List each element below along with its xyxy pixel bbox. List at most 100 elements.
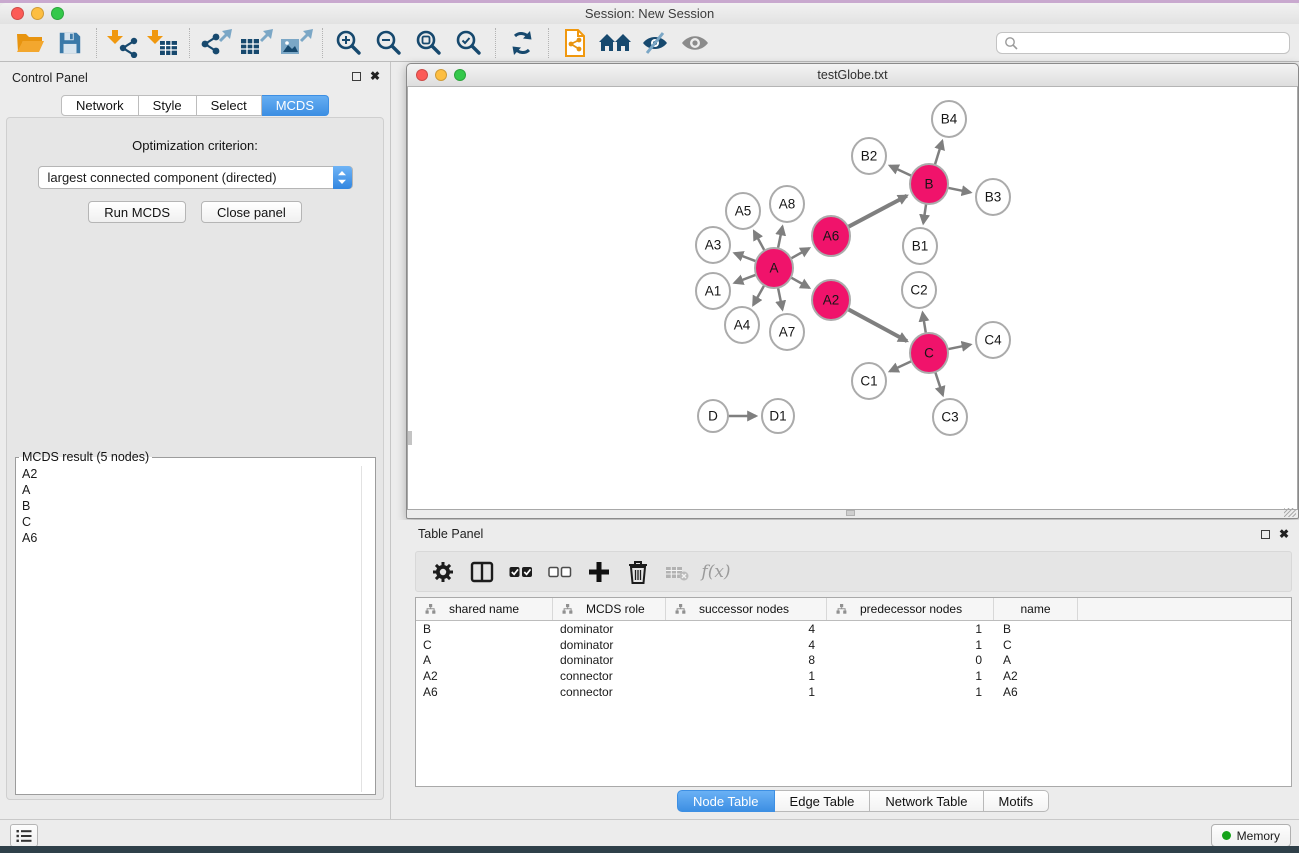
run-mcds-button[interactable]: Run MCDS xyxy=(88,201,186,223)
graph-node-A7[interactable]: A7 xyxy=(770,314,804,350)
graph-edge-C-C4[interactable] xyxy=(947,345,971,350)
memory-button[interactable]: Memory xyxy=(1211,824,1291,847)
horizontal-scroll-mark[interactable] xyxy=(846,510,855,516)
zoom-selected-button[interactable] xyxy=(449,26,489,60)
table-row[interactable]: A6connector11A6 xyxy=(416,684,1291,700)
graph-node-A2[interactable]: A2 xyxy=(812,280,850,320)
table-row[interactable]: Adominator80A xyxy=(416,652,1291,668)
graph-edge-B-B2[interactable] xyxy=(890,166,913,177)
list-item[interactable]: C xyxy=(18,514,373,530)
graph-node-C4[interactable]: C4 xyxy=(976,322,1010,358)
table-row[interactable]: A2connector11A2 xyxy=(416,668,1291,684)
graph-node-B3[interactable]: B3 xyxy=(976,179,1010,215)
graph-node-A6[interactable]: A6 xyxy=(812,216,850,256)
list-item[interactable]: A xyxy=(18,482,373,498)
graph-node-C[interactable]: C xyxy=(910,333,948,373)
tab-style[interactable]: Style xyxy=(139,95,197,116)
export-network-button[interactable] xyxy=(196,26,236,60)
close-panel-icon[interactable]: ✖ xyxy=(1279,529,1289,539)
export-table-button[interactable] xyxy=(236,26,276,60)
graph-node-B4[interactable]: B4 xyxy=(932,101,966,137)
column-header-predecessor-nodes[interactable]: predecessor nodes xyxy=(827,598,994,620)
close-panel-button[interactable]: Close panel xyxy=(201,201,302,223)
tab-node-table[interactable]: Node Table xyxy=(677,790,775,812)
task-history-button[interactable] xyxy=(10,824,38,847)
graph-edge-A-A7[interactable] xyxy=(778,286,783,310)
column-layout-button[interactable] xyxy=(467,557,497,587)
graph-node-D1[interactable]: D1 xyxy=(762,399,794,433)
graph-edge-A2-C[interactable] xyxy=(847,309,907,342)
graph-edge-B-B4[interactable] xyxy=(934,141,942,167)
network-from-selection-button[interactable] xyxy=(555,26,595,60)
graph-edge-A6-B[interactable] xyxy=(847,196,907,228)
tab-network-table[interactable]: Network Table xyxy=(870,790,983,812)
network-graph[interactable]: B4B2BB3A8A5A6B1A3AA1C2A2A4A7C4CC1C3DD1 xyxy=(408,87,1299,510)
graph-node-A8[interactable]: A8 xyxy=(770,186,804,222)
graph-edge-A-A8[interactable] xyxy=(778,227,783,251)
vertical-scroll-mark[interactable] xyxy=(408,431,412,445)
tab-mcds[interactable]: MCDS xyxy=(262,95,329,116)
column-header-mcds-role[interactable]: MCDS role xyxy=(553,598,666,620)
zoom-window-button[interactable] xyxy=(51,7,64,20)
column-header-shared-name[interactable]: shared name xyxy=(416,598,553,620)
minimize-network-window-button[interactable] xyxy=(435,69,447,81)
graph-node-A4[interactable]: A4 xyxy=(725,307,759,343)
graph-node-A[interactable]: A xyxy=(755,248,793,288)
graph-edge-B-B3[interactable] xyxy=(947,188,971,193)
table-row[interactable]: Bdominator41B xyxy=(416,621,1291,637)
graph-node-B[interactable]: B xyxy=(910,164,948,204)
list-item[interactable]: A2 xyxy=(18,466,373,482)
close-network-window-button[interactable] xyxy=(416,69,428,81)
zoom-network-window-button[interactable] xyxy=(454,69,466,81)
graph-edge-A-A2[interactable] xyxy=(790,277,810,288)
graph-edge-C-C1[interactable] xyxy=(890,361,913,372)
resize-grip-icon[interactable] xyxy=(1284,508,1296,517)
network-window-titlebar[interactable]: testGlobe.txt xyxy=(407,64,1298,87)
list-item[interactable]: B xyxy=(18,498,373,514)
column-header-successor-nodes[interactable]: successor nodes xyxy=(666,598,827,620)
graph-node-A3[interactable]: A3 xyxy=(696,227,730,263)
network-canvas[interactable]: B4B2BB3A8A5A6B1A3AA1C2A2A4A7C4CC1C3DD1 xyxy=(407,87,1298,510)
mcds-result-list[interactable]: A2 A B C A6 xyxy=(18,466,373,792)
list-scrollbar[interactable] xyxy=(361,466,362,792)
graph-node-C2[interactable]: C2 xyxy=(902,272,936,308)
export-image-button[interactable] xyxy=(276,26,316,60)
graph-node-B1[interactable]: B1 xyxy=(903,228,937,264)
function-builder-button[interactable]: f(x) xyxy=(701,557,731,587)
graph-edge-C-C3[interactable] xyxy=(935,370,943,395)
zoom-out-button[interactable] xyxy=(369,26,409,60)
float-panel-icon[interactable] xyxy=(352,72,361,81)
graph-node-A1[interactable]: A1 xyxy=(696,273,730,309)
deselect-all-button[interactable] xyxy=(545,557,575,587)
zoom-fit-button[interactable] xyxy=(409,26,449,60)
graph-edge-B-B1[interactable] xyxy=(923,202,926,223)
home-button[interactable] xyxy=(595,26,635,60)
delete-column-button[interactable] xyxy=(623,557,653,587)
criterion-dropdown[interactable]: largest connected component (directed) xyxy=(38,166,353,189)
import-network-button[interactable] xyxy=(103,26,143,60)
graph-edge-C-C2[interactable] xyxy=(923,313,927,336)
select-all-button[interactable] xyxy=(506,557,536,587)
add-column-button[interactable] xyxy=(584,557,614,587)
graph-edge-A-A1[interactable] xyxy=(735,274,758,283)
tab-select[interactable]: Select xyxy=(197,95,262,116)
hide-selected-button[interactable] xyxy=(635,26,675,60)
graph-node-B2[interactable]: B2 xyxy=(852,138,886,174)
save-session-button[interactable] xyxy=(50,26,90,60)
refresh-button[interactable] xyxy=(502,26,542,60)
graph-node-C3[interactable]: C3 xyxy=(933,399,967,435)
tab-motifs[interactable]: Motifs xyxy=(984,790,1050,812)
tab-edge-table[interactable]: Edge Table xyxy=(775,790,871,812)
graph-edge-A-A3[interactable] xyxy=(735,253,758,262)
import-table-button[interactable] xyxy=(143,26,183,60)
show-all-button[interactable] xyxy=(675,26,715,60)
table-settings-button[interactable] xyxy=(428,557,458,587)
float-panel-icon[interactable] xyxy=(1261,530,1270,539)
graph-node-C1[interactable]: C1 xyxy=(852,363,886,399)
column-header-name[interactable]: name xyxy=(994,598,1078,620)
graph-edge-A-A4[interactable] xyxy=(753,284,765,305)
tab-network[interactable]: Network xyxy=(61,95,139,116)
close-window-button[interactable] xyxy=(11,7,24,20)
graph-node-D[interactable]: D xyxy=(698,400,728,432)
search-input[interactable] xyxy=(1023,36,1289,50)
